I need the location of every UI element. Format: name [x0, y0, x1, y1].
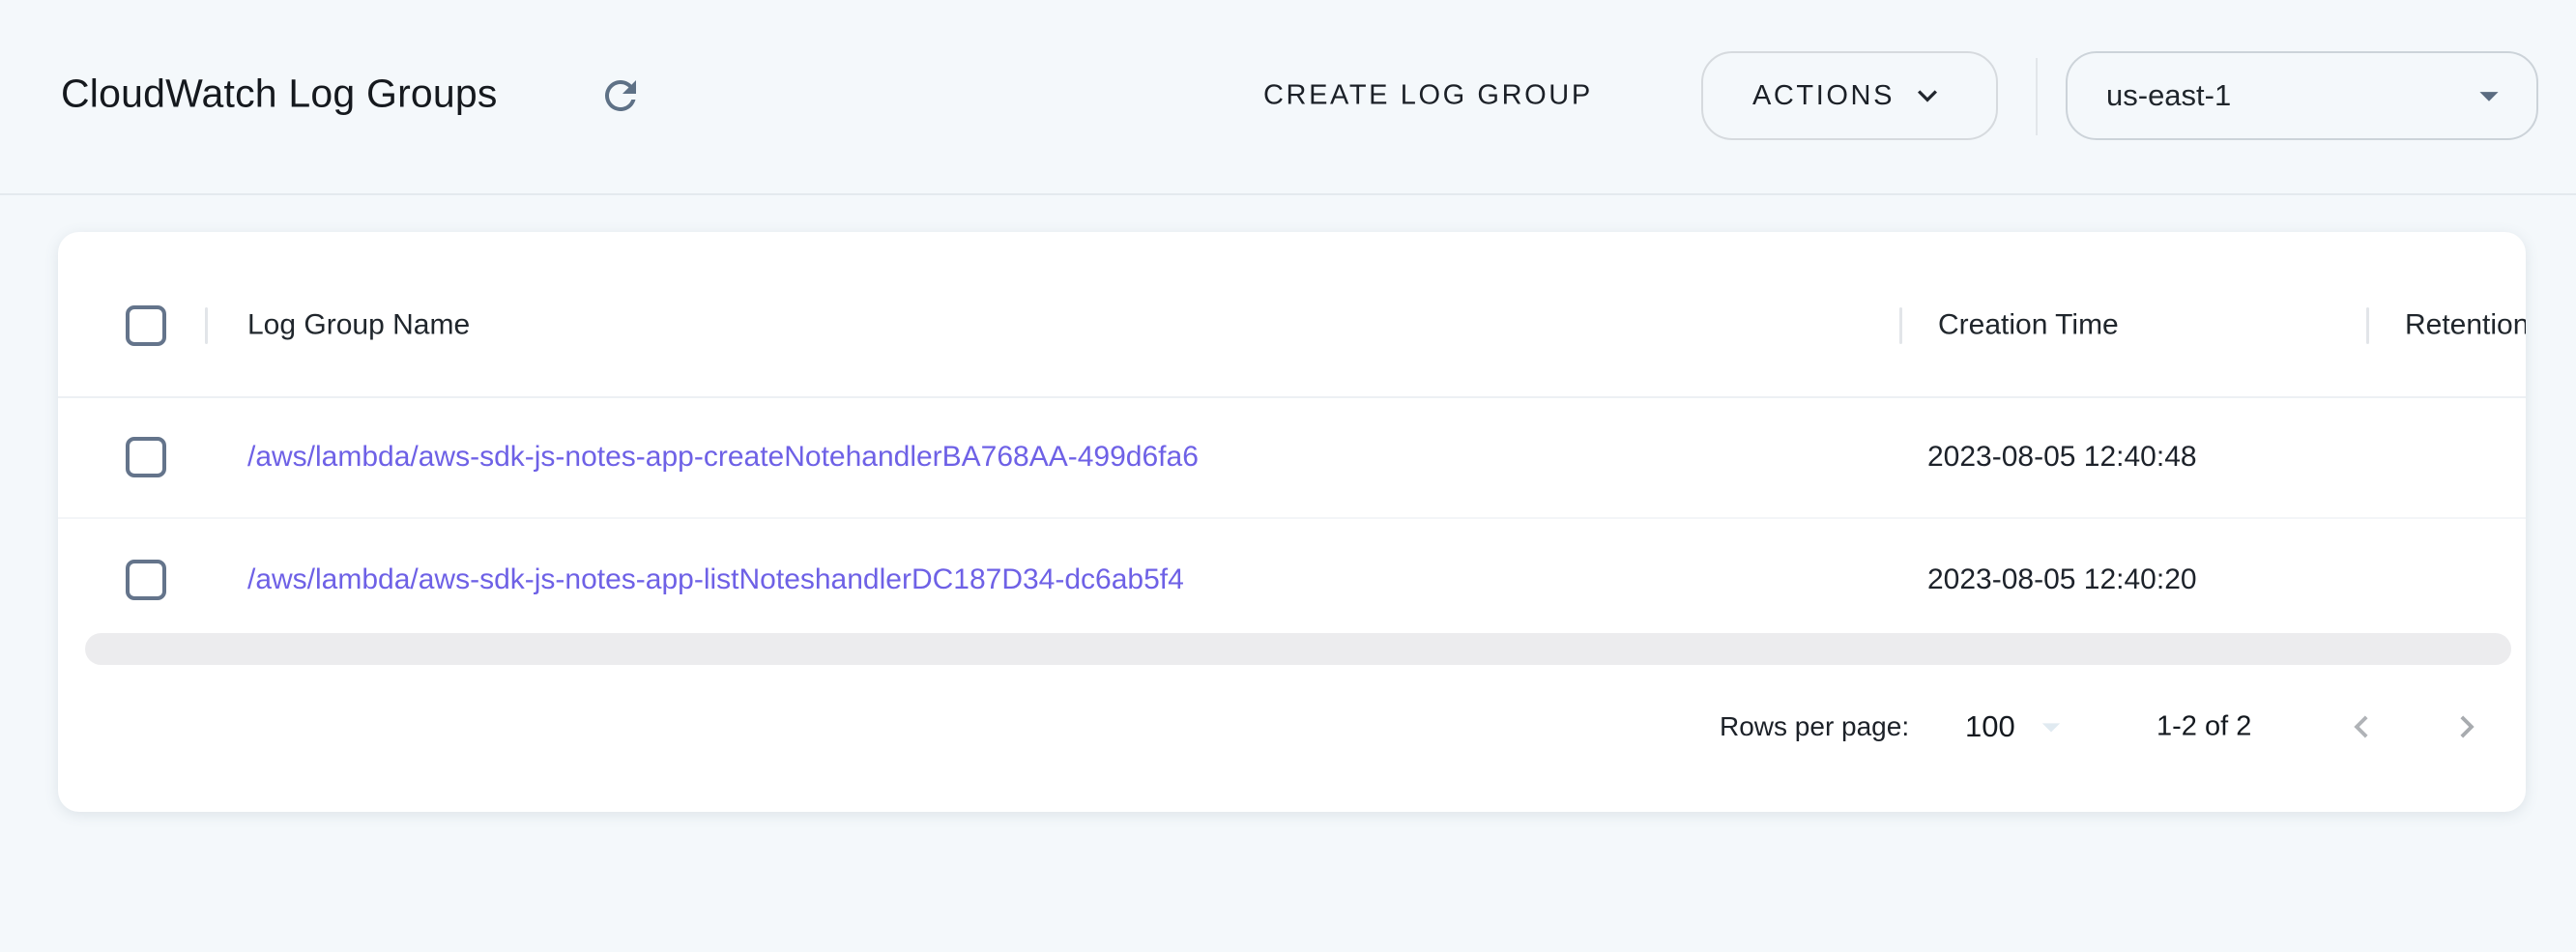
column-separator — [2366, 307, 2369, 344]
chevron-down-icon — [1908, 76, 1947, 115]
rows-per-page-arrow[interactable] — [2030, 706, 2072, 748]
header-divider — [2036, 58, 2038, 135]
refresh-button[interactable] — [597, 72, 644, 119]
create-log-group-button[interactable]: CREATE LOG GROUP — [1263, 80, 1593, 112]
table-row: /aws/lambda/aws-sdk-js-notes-app-listNot… — [58, 519, 2526, 640]
column-separator — [205, 307, 208, 344]
log-group-link[interactable]: /aws/lambda/aws-sdk-js-notes-app-createN… — [247, 441, 1199, 474]
column-header-log-group-name[interactable]: Log Group Name — [247, 308, 470, 341]
table-row: /aws/lambda/aws-sdk-js-notes-app-createN… — [58, 396, 2526, 519]
log-groups-card: Log Group Name Creation Time Retention /… — [58, 232, 2526, 812]
previous-page-button[interactable] — [2334, 700, 2388, 754]
dropdown-arrow-icon — [2030, 706, 2072, 748]
table-header-row: Log Group Name Creation Time Retention — [58, 232, 2526, 398]
actions-button-label: ACTIONS — [1752, 80, 1895, 112]
column-separator — [1899, 307, 1902, 344]
chevron-left-icon — [2339, 705, 2384, 749]
actions-button[interactable]: ACTIONS — [1701, 51, 1998, 140]
page-title: CloudWatch Log Groups — [61, 72, 498, 117]
rows-per-page-select[interactable]: 100 — [1965, 709, 2015, 744]
chevron-right-icon — [2445, 705, 2489, 749]
row-checkbox[interactable] — [126, 560, 166, 600]
horizontal-scrollbar-thumb[interactable] — [85, 633, 2511, 665]
region-select-value: us-east-1 — [2106, 78, 2231, 113]
column-header-retention[interactable]: Retention — [2405, 308, 2526, 341]
rows-per-page-label: Rows per page: — [1720, 711, 1909, 742]
dropdown-arrow-icon — [2467, 73, 2511, 118]
next-page-button[interactable] — [2440, 700, 2494, 754]
column-header-creation-time[interactable]: Creation Time — [1938, 308, 2119, 341]
row-checkbox[interactable] — [126, 437, 166, 477]
refresh-icon — [597, 72, 644, 119]
creation-time-cell: 2023-08-05 12:40:20 — [1927, 563, 2197, 596]
region-select[interactable]: us-east-1 — [2066, 51, 2538, 140]
creation-time-cell: 2023-08-05 12:40:48 — [1927, 441, 2197, 474]
app-header: CloudWatch Log Groups CREATE LOG GROUP A… — [0, 0, 2576, 195]
select-all-checkbox[interactable] — [126, 305, 166, 346]
pagination-range-label: 1-2 of 2 — [2156, 711, 2251, 743]
log-group-link[interactable]: /aws/lambda/aws-sdk-js-notes-app-listNot… — [247, 563, 1184, 596]
